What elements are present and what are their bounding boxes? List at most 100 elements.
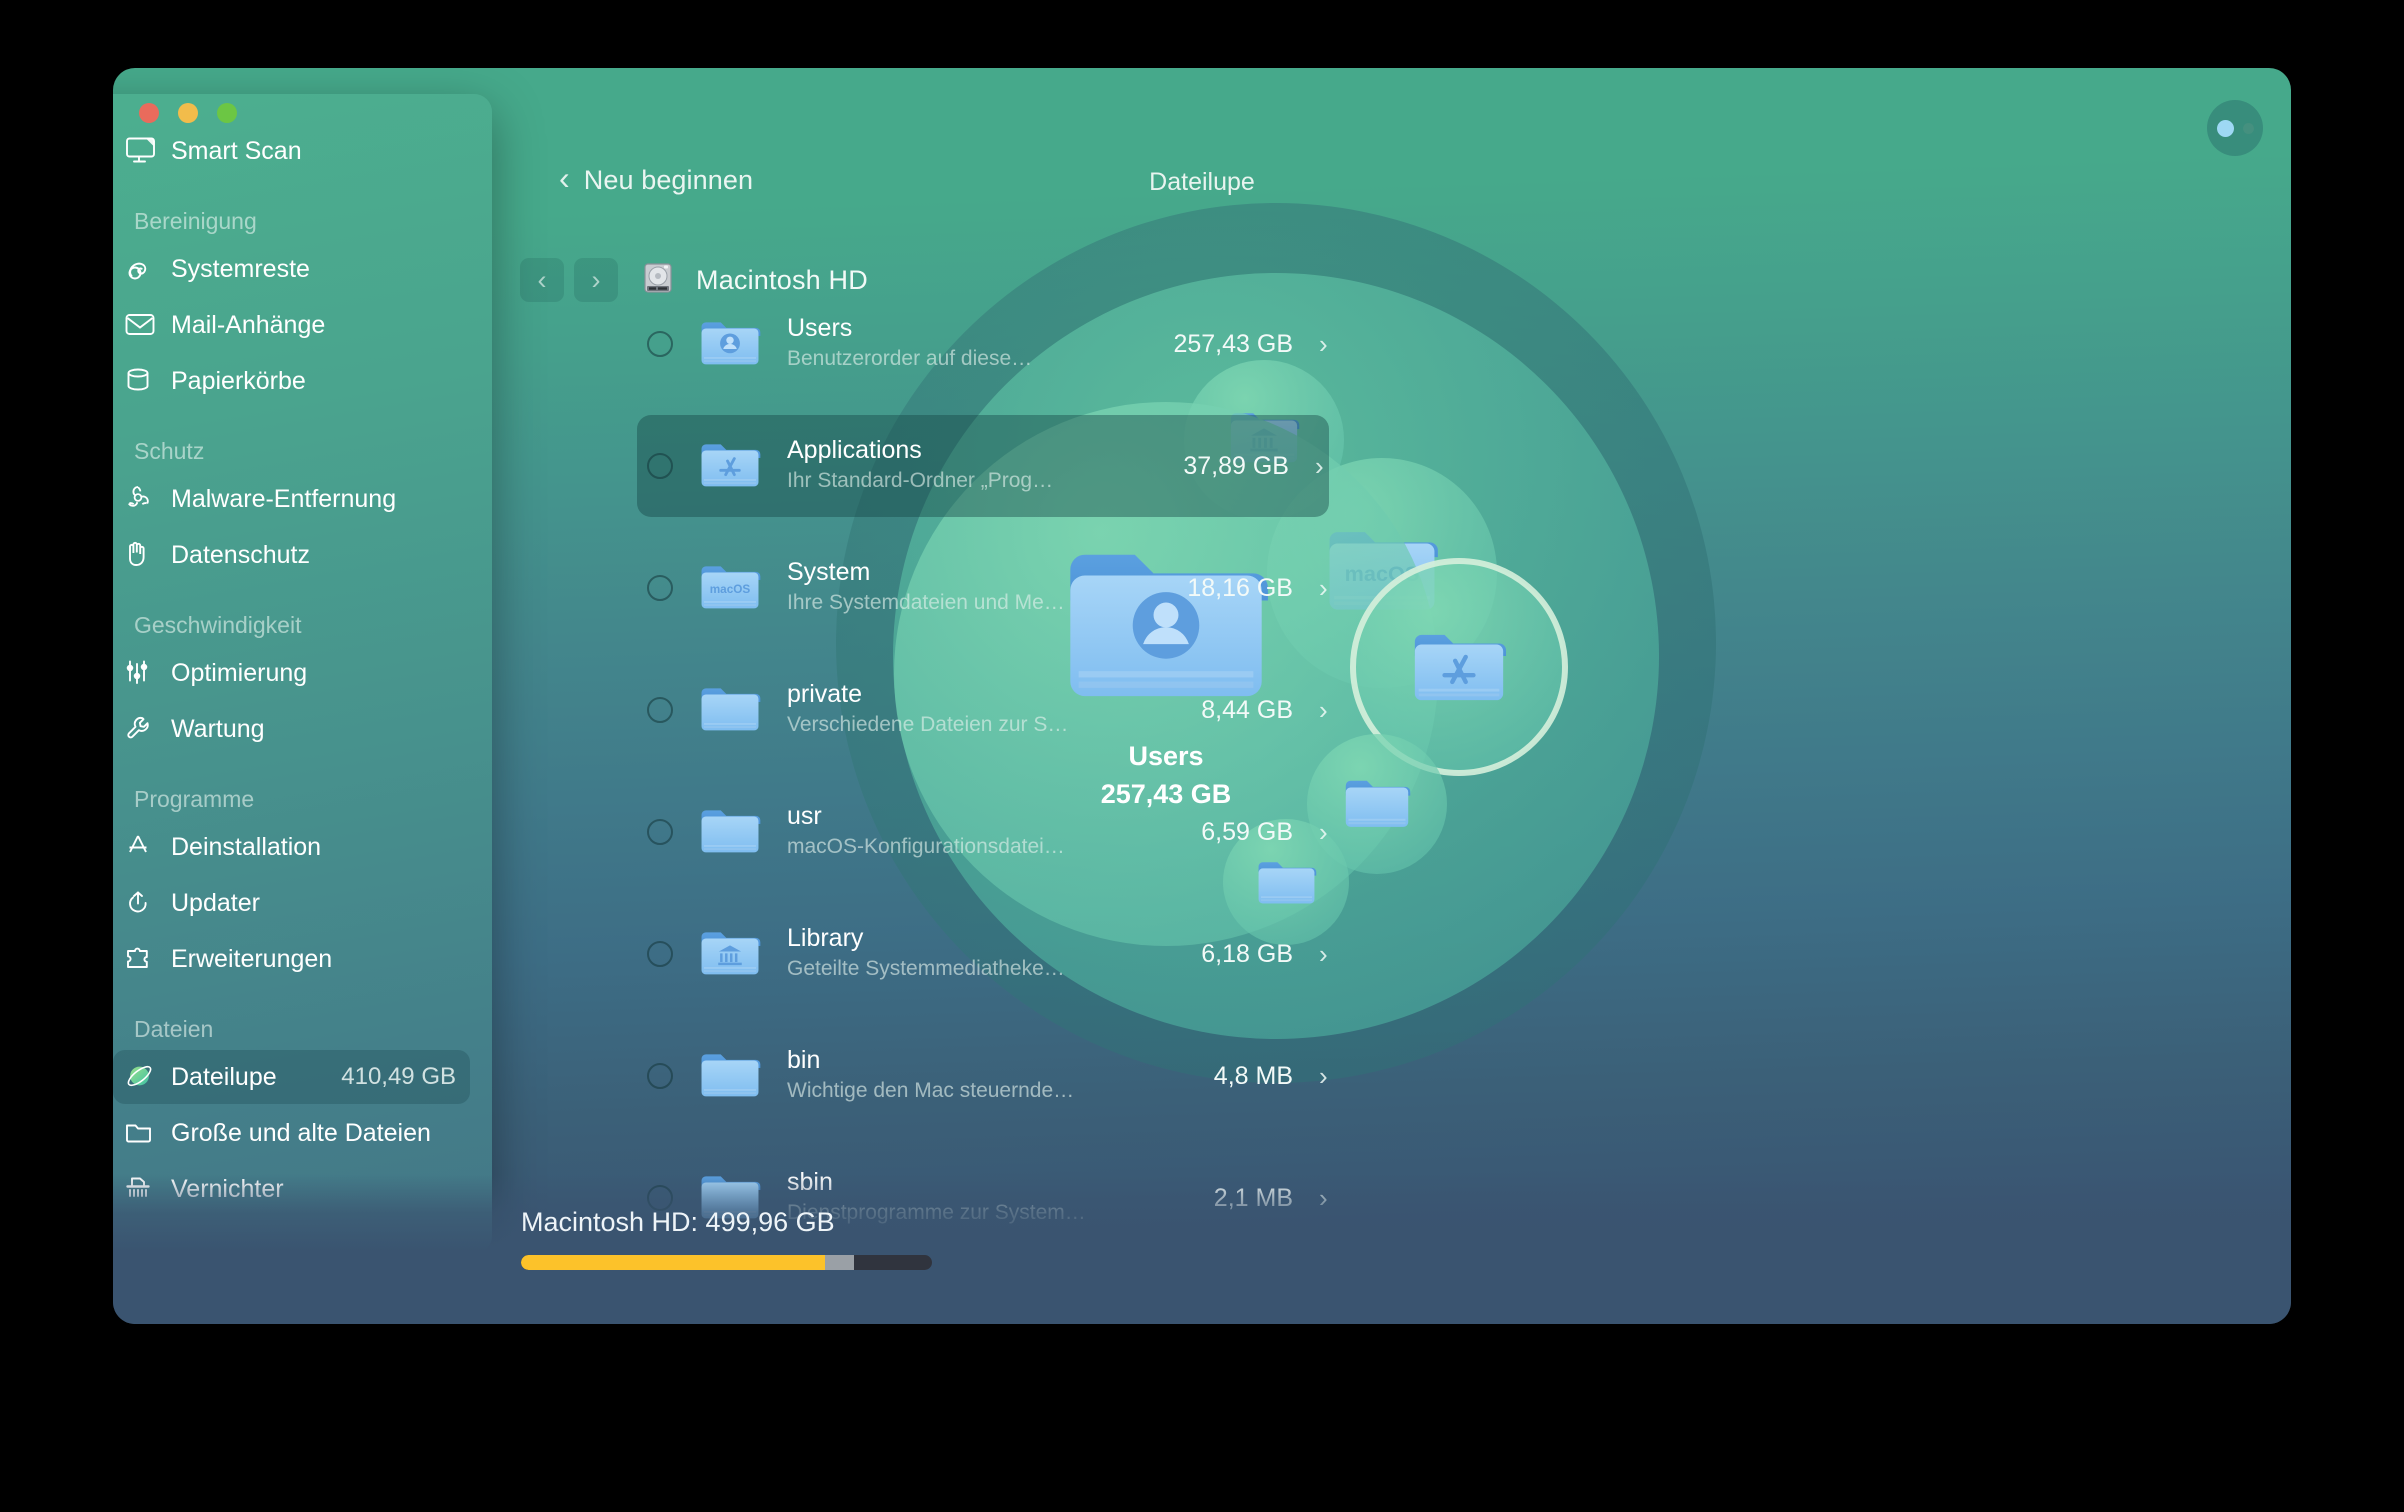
sidebar-item-grosse-und-alte-dateien[interactable]: Große und alte Dateien (113, 1106, 470, 1160)
sidebar-item-label: Mail-Anhänge (171, 310, 326, 339)
nav-back-button[interactable]: ‹ (520, 258, 564, 302)
sidebar: Smart Scan Bereinigung Systemreste Mail-… (113, 94, 492, 1254)
sidebar-item-deinstallation[interactable]: Deinstallation (113, 820, 470, 874)
table-row[interactable]: private Verschiedene Dateien zur S… 8,44… (637, 670, 1333, 750)
sidebar-item-systemreste[interactable]: Systemreste (113, 242, 470, 296)
table-row[interactable]: Applications Ihr Standard-Ordner „Prog… … (637, 415, 1329, 517)
minimize-button[interactable] (178, 103, 198, 123)
sidebar-item-smart-scan[interactable]: Smart Scan (113, 124, 470, 178)
chevron-right-icon[interactable]: › (1315, 451, 1329, 482)
account-status-icon[interactable] (2207, 100, 2263, 156)
status-bar: Macintosh HD: 499,96 GB (113, 1174, 2291, 1324)
file-list[interactable]: Users Benutzerorder auf diese… 257,43 GB… (637, 304, 1333, 1324)
row-meta: System Ihre Systemdateien und Me… (787, 558, 1179, 619)
row-select-radio[interactable] (647, 941, 673, 967)
sidebar-group-title: Dateien (134, 1016, 214, 1042)
folder-plain-icon (699, 1050, 761, 1102)
breadcrumb: ‹ › Macintosh HD (520, 258, 868, 302)
row-select-radio[interactable] (647, 1063, 673, 1089)
sidebar-item-size: 410,49 GB (341, 1063, 456, 1090)
chevron-right-icon[interactable]: › (1319, 939, 1333, 970)
row-description: Geteilte Systemmediatheke… (787, 957, 1065, 980)
sidebar-item-updater[interactable]: Updater (113, 876, 470, 930)
table-row[interactable]: System Ihre Systemdateien und Me… 18,16 … (637, 548, 1333, 628)
planet-icon (125, 1060, 171, 1094)
row-select-radio[interactable] (647, 575, 673, 601)
chevron-right-icon[interactable]: › (1319, 817, 1333, 848)
chevron-right-icon[interactable]: › (1319, 329, 1333, 360)
sidebar-item-label: Papierkörbe (171, 366, 306, 395)
biohazard-icon (125, 482, 171, 516)
sidebar-item-label: Dateilupe (171, 1062, 277, 1091)
chevron-right-icon[interactable]: › (1319, 1061, 1333, 1092)
row-select-radio[interactable] (647, 453, 673, 479)
folder-applications-icon (699, 440, 761, 492)
sidebar-item-label: Updater (171, 888, 260, 917)
row-meta: usr macOS-Konfigurationsdatei… (787, 802, 1193, 863)
chevron-right-icon[interactable]: › (1319, 695, 1333, 726)
nav-forward-button[interactable]: › (574, 258, 618, 302)
row-select-radio[interactable] (647, 331, 673, 357)
table-row[interactable]: Users Benutzerorder auf diese… 257,43 GB… (637, 304, 1333, 384)
chevron-left-icon: ‹ (559, 160, 570, 196)
row-name: System (787, 557, 871, 586)
broom-icon (125, 252, 171, 286)
sidebar-item-wartung[interactable]: Wartung (113, 702, 470, 756)
row-meta: private Verschiedene Dateien zur S… (787, 680, 1193, 741)
folder-outline-icon (125, 1116, 171, 1150)
row-size: 6,18 GB (1201, 939, 1293, 968)
puzzle-piece-icon (125, 942, 171, 976)
row-name: Users (787, 313, 853, 342)
sidebar-item-label: Große und alte Dateien (171, 1118, 431, 1147)
row-name: Library (787, 923, 864, 952)
window-controls (139, 103, 237, 123)
sidebar-item-papierkoerbe[interactable]: Papierkörbe (113, 354, 470, 408)
zoom-button[interactable] (217, 103, 237, 123)
sidebar-item-label: Datenschutz (171, 540, 310, 569)
row-select-radio[interactable] (647, 819, 673, 845)
row-name: Applications (787, 435, 922, 464)
account-dot-primary (2216, 119, 2234, 137)
chevron-right-icon[interactable]: › (1319, 573, 1333, 604)
sidebar-item-mail-anhaenge[interactable]: Mail-Anhänge (113, 298, 470, 352)
row-meta: Library Geteilte Systemmediatheke… (787, 924, 1193, 985)
sidebar-item-datenschutz[interactable]: Datenschutz (113, 528, 470, 582)
sidebar-item-label: Systemreste (171, 254, 310, 283)
row-size: 8,44 GB (1201, 695, 1293, 724)
back-button[interactable]: ‹ Neu beginnen (559, 160, 754, 196)
row-select-radio[interactable] (647, 697, 673, 723)
sidebar-item-label: Malware-Entfernung (171, 484, 397, 513)
sliders-icon (125, 656, 171, 690)
back-button-label: Neu beginnen (583, 164, 754, 195)
row-size: 4,8 MB (1213, 1061, 1293, 1090)
row-name: bin (787, 1045, 821, 1074)
sidebar-item-label: Wartung (171, 714, 265, 743)
hard-drive-icon (640, 260, 676, 301)
table-row[interactable]: bin Wichtige den Mac steuernde… 4,8 MB › (637, 1036, 1333, 1116)
row-description: macOS-Konfigurationsdatei… (787, 835, 1065, 858)
row-description: Verschiedene Dateien zur S… (787, 713, 1069, 736)
breadcrumb-name: Macintosh HD (696, 264, 868, 295)
sidebar-item-optimierung[interactable]: Optimierung (113, 646, 470, 700)
sidebar-item-malware-entfernung[interactable]: Malware-Entfernung (113, 472, 470, 526)
row-name: usr (787, 801, 822, 830)
sidebar-item-dateilupe[interactable]: Dateilupe 410,49 GB (113, 1050, 470, 1104)
sidebar-group-title: Schutz (134, 438, 205, 464)
row-meta: Users Benutzerorder auf diese… (787, 314, 1165, 375)
folder-library-icon (699, 928, 761, 980)
table-row[interactable]: Library Geteilte Systemmediatheke… 6,18 … (637, 914, 1333, 994)
trash-bin-icon (125, 364, 171, 398)
disk-usage-other-segment (825, 1255, 854, 1270)
chevron-left-icon: ‹ (537, 264, 547, 295)
cleanmymac-window: ‹ Neu beginnen Dateilupe Smart Scan Bere… (113, 68, 2291, 1324)
folder-plain-icon (699, 806, 761, 858)
wrench-icon (125, 712, 171, 746)
account-dot-secondary (2242, 122, 2254, 134)
close-button[interactable] (139, 103, 159, 123)
chevron-right-icon: › (591, 264, 601, 295)
folder-user-icon (699, 318, 761, 370)
row-description: Ihre Systemdateien und Me… (787, 591, 1065, 614)
sidebar-item-erweiterungen[interactable]: Erweiterungen (113, 932, 470, 986)
table-row[interactable]: usr macOS-Konfigurationsdatei… 6,59 GB › (637, 792, 1333, 872)
sidebar-item-label: Smart Scan (171, 136, 302, 165)
